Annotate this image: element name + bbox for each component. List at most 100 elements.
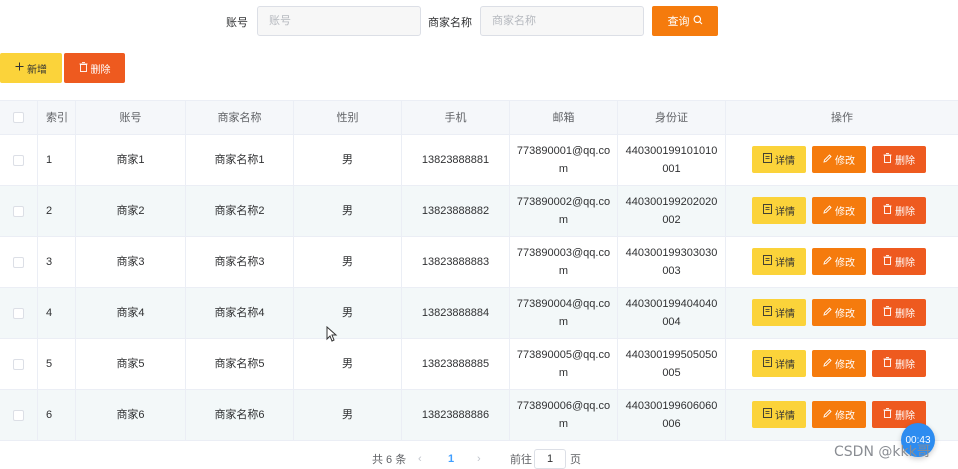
merchant-name-search-input[interactable] — [480, 6, 644, 36]
cell-gender: 男 — [294, 186, 402, 236]
cell-email: 773890004@qq.com — [510, 288, 618, 338]
add-button[interactable]: 新增 — [0, 53, 62, 83]
delete-button[interactable]: 删除 — [872, 197, 926, 224]
batch-delete-button-label: 删除 — [90, 64, 111, 76]
cell-index: 2 — [38, 186, 76, 236]
cell-id-card: 440300199101010001 — [618, 135, 726, 185]
cell-phone: 13823888882 — [402, 186, 510, 236]
account-search-input[interactable] — [257, 6, 421, 36]
delete-button[interactable]: 删除 — [872, 146, 926, 173]
table-row[interactable]: 5 商家5 商家名称5 男 13823888885 773890005@qq.c… — [0, 339, 958, 390]
detail-button-label: 详情 — [775, 156, 795, 167]
edit-button[interactable]: 修改 — [812, 350, 866, 377]
table-row[interactable]: 6 商家6 商家名称6 男 13823888886 773890006@qq.c… — [0, 390, 958, 441]
watermark: CSDN @kkk哥 — [834, 444, 931, 460]
edit-button[interactable]: 修改 — [812, 248, 866, 275]
cell-id-card: 440300199202020002 — [618, 186, 726, 236]
cell-merchant-name: 商家名称6 — [186, 390, 294, 440]
delete-button-label: 删除 — [895, 258, 915, 269]
delete-button[interactable]: 删除 — [872, 350, 926, 377]
merchant-name-label: 商家名称 — [428, 17, 472, 29]
row-checkbox[interactable] — [13, 205, 24, 217]
cell-index: 6 — [38, 390, 76, 440]
next-page-button[interactable]: › — [477, 449, 481, 469]
cell-index: 4 — [38, 288, 76, 338]
header-actions: 操作 — [831, 111, 853, 124]
query-button[interactable]: 查询 — [652, 6, 718, 36]
row-checkbox[interactable] — [13, 409, 24, 421]
table-row[interactable]: 3 商家3 商家名称3 男 13823888883 773890003@qq.c… — [0, 237, 958, 288]
edit-button[interactable]: 修改 — [812, 146, 866, 173]
cell-email: 773890003@qq.com — [510, 237, 618, 287]
cell-account: 商家3 — [76, 237, 186, 287]
delete-button-label: 删除 — [895, 207, 915, 218]
trash-icon — [883, 153, 892, 166]
cell-account: 商家6 — [76, 390, 186, 440]
detail-button[interactable]: 详情 — [752, 401, 806, 428]
cell-phone: 13823888881 — [402, 135, 510, 185]
detail-button[interactable]: 详情 — [752, 299, 806, 326]
cell-actions: 详情 修改 删除 — [726, 339, 958, 389]
search-icon — [693, 15, 703, 28]
cell-email: 773890005@qq.com — [510, 339, 618, 389]
prev-page-button[interactable]: ‹ — [418, 449, 422, 469]
edit-icon — [823, 306, 832, 319]
table-row[interactable]: 2 商家2 商家名称2 男 13823888882 773890002@qq.c… — [0, 186, 958, 237]
cell-email: 773890001@qq.com — [510, 135, 618, 185]
edit-icon — [823, 204, 832, 217]
goto-suffix: 页 — [570, 454, 581, 466]
goto-page-input[interactable] — [534, 449, 566, 469]
document-icon — [763, 204, 772, 217]
query-button-label: 查询 — [667, 16, 690, 28]
account-label: 账号 — [226, 17, 248, 29]
cell-merchant-name: 商家名称1 — [186, 135, 294, 185]
detail-button-label: 详情 — [775, 309, 795, 320]
plus-icon — [15, 62, 24, 74]
edit-button-label: 修改 — [835, 309, 855, 320]
delete-button[interactable]: 删除 — [872, 299, 926, 326]
cell-merchant-name: 商家名称3 — [186, 237, 294, 287]
cell-account: 商家1 — [76, 135, 186, 185]
detail-button[interactable]: 详情 — [752, 350, 806, 377]
select-all-checkbox[interactable] — [13, 112, 24, 123]
edit-button[interactable]: 修改 — [812, 197, 866, 224]
edit-button-label: 修改 — [835, 258, 855, 269]
cell-actions: 详情 修改 删除 — [726, 135, 958, 185]
row-select-cell — [0, 339, 38, 389]
edit-icon — [823, 357, 832, 370]
row-select-cell — [0, 186, 38, 236]
add-button-label: 新增 — [27, 64, 47, 76]
batch-delete-button[interactable]: 删除 — [64, 53, 125, 83]
cell-gender: 男 — [294, 288, 402, 338]
edit-button[interactable]: 修改 — [812, 401, 866, 428]
header-merchant-name: 商家名称 — [186, 101, 294, 134]
header-email: 邮箱 — [510, 101, 618, 134]
header-id-card: 身份证 — [618, 101, 726, 134]
goto-label: 前往 — [510, 454, 532, 466]
trash-icon — [883, 255, 892, 268]
row-select-cell — [0, 288, 38, 338]
row-checkbox[interactable] — [13, 256, 24, 268]
detail-button-label: 详情 — [775, 360, 795, 371]
detail-button[interactable]: 详情 — [752, 248, 806, 275]
cell-id-card: 440300199303030003 — [618, 237, 726, 287]
row-checkbox[interactable] — [13, 307, 24, 319]
edit-icon — [823, 408, 832, 421]
table-row[interactable]: 4 商家4 商家名称4 男 13823888884 773890004@qq.c… — [0, 288, 958, 339]
pagination: 共 6 条 ‹ 1 › 前往 页 — [0, 449, 958, 469]
edit-button[interactable]: 修改 — [812, 299, 866, 326]
row-checkbox[interactable] — [13, 154, 24, 166]
table-row[interactable]: 1 商家1 商家名称1 男 13823888881 773890001@qq.c… — [0, 135, 958, 186]
mouse-cursor-icon — [326, 325, 338, 342]
delete-button[interactable]: 删除 — [872, 248, 926, 275]
cell-actions: 详情 修改 删除 — [726, 237, 958, 287]
row-checkbox[interactable] — [13, 358, 24, 370]
cell-phone: 13823888886 — [402, 390, 510, 440]
page-number-1[interactable]: 1 — [448, 449, 454, 469]
document-icon — [763, 408, 772, 421]
edit-button-label: 修改 — [835, 207, 855, 218]
detail-button[interactable]: 详情 — [752, 146, 806, 173]
header-account: 账号 — [76, 101, 186, 134]
edit-button-label: 修改 — [835, 360, 855, 371]
detail-button[interactable]: 详情 — [752, 197, 806, 224]
